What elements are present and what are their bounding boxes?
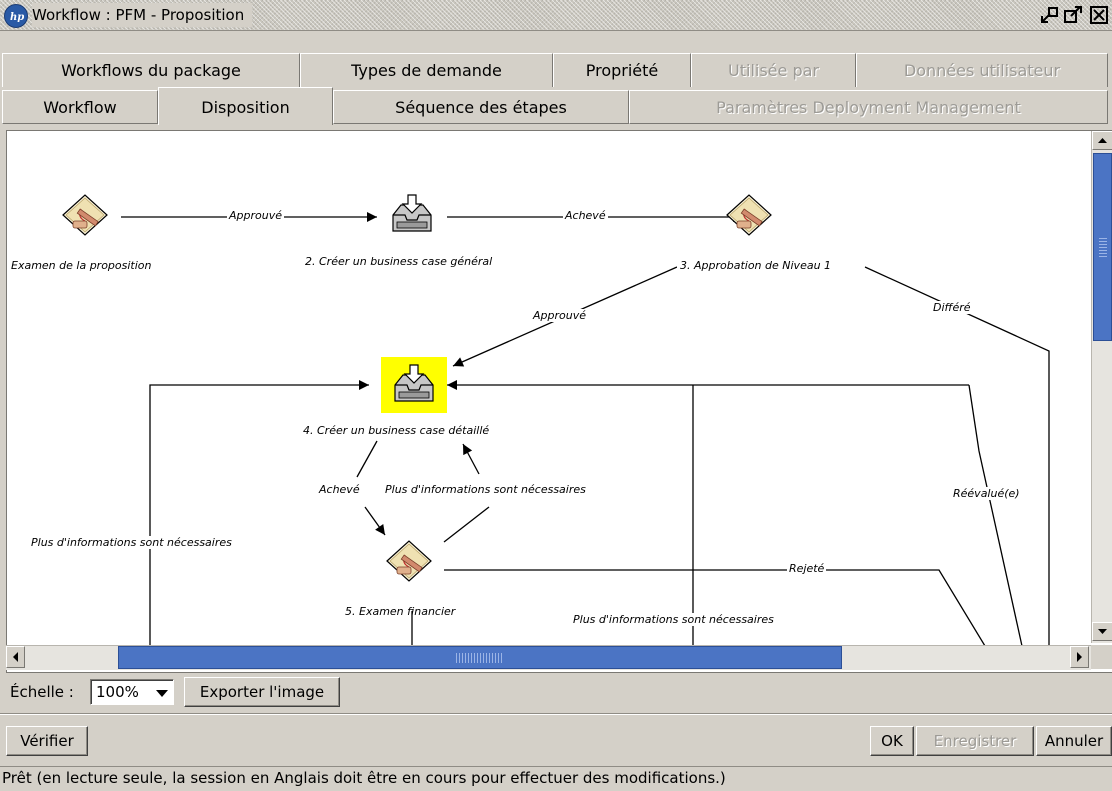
scroll-right-button[interactable]	[1070, 646, 1089, 668]
edge-label-n5-n4: Plus d'informations sont nécessaires	[383, 483, 588, 496]
node-n2-icon[interactable]	[392, 194, 432, 232]
verify-button[interactable]: Vérifier	[6, 726, 88, 756]
status-bar: Prêt (en lecture seule, la session en An…	[0, 766, 1112, 791]
window-title: Workflow : PFM - Proposition	[32, 3, 253, 27]
edge-label-n3-n4: Approuvé	[531, 309, 588, 322]
cancel-button[interactable]: Annuler	[1036, 726, 1112, 756]
vertical-scrollbar[interactable]	[1091, 131, 1112, 643]
edge-n5-n4-a	[443, 506, 490, 543]
scale-value: 100%	[96, 683, 139, 701]
tab-row-2: Workflow Disposition Séquence des étapes…	[0, 87, 1112, 125]
workflow-canvas[interactable]: Examen de la proposition 2. Créer un bus…	[6, 130, 1112, 673]
node-n1-label: Examen de la proposition	[11, 259, 152, 272]
scroll-down-button[interactable]	[1092, 622, 1112, 641]
arrow-right-icon	[1077, 652, 1082, 662]
save-button: Enregistrer	[916, 726, 1034, 756]
edge-label-n5-rejected: Rejeté	[787, 562, 827, 575]
arrow-left-icon	[13, 652, 18, 662]
edge-n3-deferred	[864, 266, 1050, 646]
export-image-button[interactable]: Exporter l'image	[184, 677, 340, 707]
tab-propriete[interactable]: Propriété	[553, 53, 691, 87]
tab-utilisee-par: Utilisée par	[691, 53, 856, 87]
edge-label-n2-n3: Achevé	[563, 209, 608, 222]
edge-n5-n4-b	[462, 443, 480, 475]
maximize-icon[interactable]	[1063, 6, 1083, 24]
node-n3-icon[interactable]	[726, 194, 772, 236]
svg-text:hp: hp	[10, 12, 24, 23]
scroll-up-button[interactable]	[1092, 131, 1112, 150]
workflow-diagram	[62, 194, 1050, 646]
scroll-corner	[1091, 645, 1112, 669]
node-n5-label: 5. Examen financier	[345, 605, 456, 618]
edge-label-n4-n5: Achevé	[317, 483, 362, 496]
edge-label-n1-n2: Approuvé	[227, 209, 284, 222]
vertical-scroll-thumb[interactable]	[1093, 153, 1112, 341]
edge-n4-n5-b	[364, 506, 386, 536]
node-n3-label: 3. Approbation de Niveau 1	[677, 259, 835, 272]
edge-n5-rejected	[444, 569, 986, 646]
title-bar[interactable]: hp Workflow : PFM - Proposition	[0, 0, 1112, 31]
chevron-down-icon	[156, 690, 168, 697]
tab-row-1: Workflows du package Types de demande Pr…	[0, 53, 1112, 87]
node-n4-label: 4. Créer un business case détaillé	[303, 424, 490, 437]
node-n1-icon[interactable]	[62, 194, 108, 236]
edge-n4-n5-a	[356, 440, 378, 478]
arrow-down-icon	[1098, 629, 1107, 634]
close-icon[interactable]	[1090, 6, 1110, 24]
edge-label-left-more-info: Plus d'informations sont nécessaires	[29, 536, 234, 549]
restore-icon[interactable]	[1040, 6, 1060, 24]
hp-logo-icon: hp	[4, 4, 28, 28]
tab-donnees-utilisateur: Données utilisateur	[856, 53, 1108, 87]
edge-label-bottom-more-info: Plus d'informations sont nécessaires	[571, 613, 776, 626]
tab-workflow[interactable]: Workflow	[2, 90, 158, 124]
ok-button[interactable]: OK	[870, 726, 914, 756]
arrow-up-icon	[1098, 138, 1107, 143]
scale-select[interactable]: 100%	[90, 679, 174, 705]
tab-disposition[interactable]: Disposition	[158, 87, 333, 125]
divider	[0, 713, 1112, 715]
scroll-left-button[interactable]	[6, 646, 25, 668]
tab-sequence-des-etapes[interactable]: Séquence des étapes	[333, 90, 629, 124]
node-n2-label: 2. Créer un business case général	[305, 255, 493, 268]
edge-reevaluated	[968, 384, 1023, 646]
node-n5-icon[interactable]	[386, 540, 432, 582]
horizontal-scrollbar[interactable]	[6, 645, 1091, 670]
tab-workflows-du-package[interactable]: Workflows du package	[2, 53, 300, 87]
scale-label: Échelle :	[10, 683, 74, 701]
edge-label-reevaluated: Réévalué(e)	[951, 487, 1022, 500]
horizontal-scroll-thumb[interactable]	[118, 646, 842, 669]
tab-parametres-deployment-management: Paramètres Deployment Management	[629, 90, 1108, 124]
tab-types-de-demande[interactable]: Types de demande	[300, 53, 553, 87]
edge-label-n3-deferred: Différé	[931, 301, 973, 314]
